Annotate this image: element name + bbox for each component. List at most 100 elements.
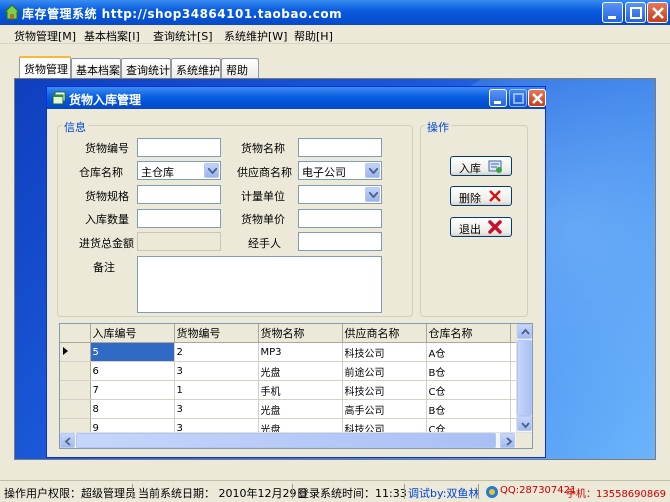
dialog-close-button[interactable]: [528, 89, 546, 107]
row-header[interactable]: [60, 380, 91, 400]
minimize-button[interactable]: [602, 2, 623, 23]
tab-system[interactable]: 系统维护: [171, 58, 221, 78]
warehouse-value: 主仓库: [141, 166, 174, 179]
unit-label: 计量单位: [241, 190, 285, 203]
tab-strip: 货物管理 基本档案 查询统计 系统维护 帮助: [0, 56, 670, 78]
col-header[interactable]: 货物名称: [258, 324, 343, 343]
table-row[interactable]: 7 1 手机 科技公司 C仓: [60, 380, 531, 400]
qty-input[interactable]: [137, 209, 221, 228]
menu-goods[interactable]: 货物管理[M]: [14, 28, 76, 44]
arrow-left-icon: [64, 437, 71, 446]
qq-icon: [486, 486, 498, 498]
maximize-icon: [630, 7, 642, 19]
table-cell[interactable]: MP3: [258, 342, 343, 362]
remark-label: 备注: [93, 261, 115, 274]
table-cell[interactable]: 8: [90, 399, 175, 419]
dropdown-arrow-icon[interactable]: [365, 163, 380, 178]
table-cell[interactable]: B仓: [426, 361, 511, 381]
menu-system[interactable]: 系统维护[W]: [224, 28, 287, 44]
remark-textarea[interactable]: [137, 256, 382, 313]
table-cell[interactable]: 高手公司: [342, 399, 427, 419]
horizontal-scroll-thumb[interactable]: [76, 433, 496, 448]
supplier-select[interactable]: 电子公司: [298, 161, 382, 180]
status-phone: 手机：13558690869: [566, 489, 666, 500]
row-header-corner: [60, 324, 91, 343]
tab-query[interactable]: 查询统计: [121, 58, 171, 78]
stock-in-dialog: 货物入库管理 信息 货物编号 货物名称 仓库名称 主仓库 供应商名称 电子公司 …: [46, 86, 546, 458]
warehouse-select[interactable]: 主仓库: [137, 161, 221, 180]
row-header[interactable]: [60, 399, 91, 419]
table-cell[interactable]: 3: [174, 361, 259, 381]
minimize-icon: [608, 16, 616, 19]
table-cell[interactable]: 6: [90, 361, 175, 381]
table-row[interactable]: 5 2 MP3 科技公司 A仓: [60, 342, 531, 362]
row-header[interactable]: [60, 342, 91, 362]
window-icon: [52, 91, 66, 105]
dialog-title-bar: 货物入库管理: [47, 87, 546, 109]
table-cell[interactable]: 前途公司: [342, 361, 427, 381]
info-group: 信息 货物编号 货物名称 仓库名称 主仓库 供应商名称 电子公司 货物规格 计量…: [57, 119, 413, 317]
handler-label: 经手人: [248, 237, 281, 250]
table-cell[interactable]: 7: [90, 380, 175, 400]
table-cell[interactable]: 科技公司: [342, 342, 427, 362]
menu-help[interactable]: 帮助[H]: [294, 28, 333, 44]
spec-input[interactable]: [137, 185, 221, 204]
table-cell[interactable]: 光盘: [258, 399, 343, 419]
table-row[interactable]: 6 3 光盘 前途公司 B仓: [60, 361, 531, 381]
close-button[interactable]: [647, 2, 668, 23]
table-cell[interactable]: 光盘: [258, 361, 343, 381]
unit-select[interactable]: [298, 185, 382, 204]
table-cell[interactable]: 1: [174, 380, 259, 400]
table-row[interactable]: 8 3 光盘 高手公司 B仓: [60, 399, 531, 419]
dropdown-arrow-icon[interactable]: [365, 187, 380, 202]
minimize-icon: [494, 101, 501, 104]
close-icon: [532, 93, 543, 104]
maximize-button[interactable]: [625, 2, 646, 23]
scroll-left-button[interactable]: [60, 433, 75, 448]
goods-code-input[interactable]: [137, 138, 221, 157]
tab-help[interactable]: 帮助: [221, 58, 259, 78]
stock-in-button[interactable]: 入库: [450, 156, 512, 176]
col-header[interactable]: 货物编号: [174, 324, 259, 343]
exit-button[interactable]: 退出: [450, 217, 512, 237]
vertical-scroll-thumb[interactable]: [517, 340, 532, 416]
status-bar: 操作用户权限：超级管理员 当前系统日期： 2010年12月29日 登录系统时间：…: [0, 480, 670, 502]
spec-label: 货物规格: [85, 190, 129, 203]
row-header[interactable]: [60, 361, 91, 381]
scroll-down-button[interactable]: [517, 416, 532, 431]
stock-in-grid[interactable]: 入库编号 货物编号 货物名称 供应商名称 仓库名称 5 2 MP3 科技公司 A仓 6 3 光…: [59, 323, 533, 449]
table-cell[interactable]: B仓: [426, 399, 511, 419]
menu-query[interactable]: 查询统计[S]: [153, 28, 213, 44]
tab-archive[interactable]: 基本档案: [71, 58, 121, 78]
arrow-right-icon: [506, 437, 513, 446]
price-input[interactable]: [298, 209, 382, 228]
scroll-right-button[interactable]: [500, 433, 515, 448]
grid-table: 入库编号 货物编号 货物名称 供应商名称 仓库名称 5 2 MP3 科技公司 A仓 6 3 光…: [60, 324, 531, 438]
tab-goods[interactable]: 货物管理: [19, 56, 71, 78]
supplier-label: 供应商名称: [237, 166, 292, 179]
table-cell[interactable]: 3: [174, 399, 259, 419]
table-cell[interactable]: 手机: [258, 380, 343, 400]
table-cell[interactable]: A仓: [426, 342, 511, 362]
col-header[interactable]: 入库编号: [90, 324, 175, 343]
arrow-up-icon: [521, 328, 530, 335]
status-user: 操作用户权限：超级管理员: [4, 487, 136, 500]
table-cell[interactable]: 科技公司: [342, 380, 427, 400]
dialog-minimize-button[interactable]: [489, 89, 507, 107]
table-cell[interactable]: 2: [174, 342, 259, 362]
handler-input[interactable]: [298, 232, 382, 251]
delete-button[interactable]: 删除: [450, 186, 512, 206]
col-header[interactable]: 供应商名称: [342, 324, 427, 343]
goods-name-input[interactable]: [298, 138, 382, 157]
table-cell[interactable]: C仓: [426, 380, 511, 400]
dialog-maximize-button[interactable]: [509, 89, 527, 107]
price-label: 货物单价: [241, 213, 285, 226]
scroll-up-button[interactable]: [517, 324, 532, 339]
col-header[interactable]: 仓库名称: [426, 324, 511, 343]
status-debug: 调试by:双鱼林: [408, 487, 480, 500]
menu-archive[interactable]: 基本档案[I]: [84, 28, 140, 44]
vertical-scrollbar[interactable]: [516, 324, 532, 432]
table-cell[interactable]: 5: [90, 342, 175, 362]
dropdown-arrow-icon[interactable]: [204, 163, 219, 178]
horizontal-scrollbar[interactable]: [60, 432, 532, 448]
